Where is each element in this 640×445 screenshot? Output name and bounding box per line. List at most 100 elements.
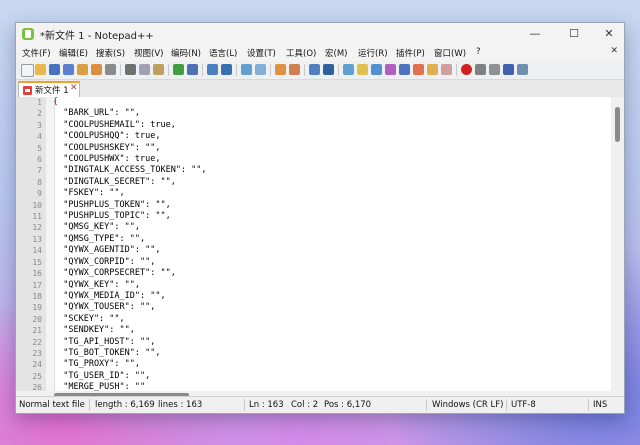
code-line[interactable]: "QYWX_CORPSECRET": "", (53, 268, 207, 279)
code-content[interactable]: { "BARK_URL": "", "COOLPUSHEMAIL": true,… (53, 97, 207, 391)
code-line[interactable]: "QYWX_TOUSER": "", (53, 302, 207, 313)
menu-settings[interactable]: 设置(T) (247, 47, 276, 59)
indent-guide-icon[interactable] (343, 64, 354, 75)
menu-help[interactable]: ? (476, 47, 481, 57)
code-line[interactable]: "SENDKEY": "", (53, 325, 207, 336)
line-number: 9 (37, 189, 42, 199)
code-line[interactable]: "COOLPUSHQQ": true, (53, 131, 207, 142)
menu-view[interactable]: 视图(V) (134, 47, 163, 59)
stop-macro-icon[interactable] (475, 64, 486, 75)
menu-tools[interactable]: 工具(O) (286, 47, 316, 59)
maximize-button[interactable]: ☐ (561, 25, 587, 42)
menu-search[interactable]: 搜索(S) (96, 47, 125, 59)
code-line[interactable]: "DINGTALK_ACCESS_TOKEN": "", (53, 165, 206, 176)
tab-label: 新文件 1 (35, 86, 69, 96)
code-line[interactable]: "QMSG_TYPE": "", (53, 234, 207, 245)
code-line[interactable]: "BARK_URL": "", (53, 108, 207, 119)
code-line[interactable]: "DINGTALK_SECRET": "", (53, 177, 207, 188)
status-eol: Windows (CR LF) (432, 400, 504, 410)
menu-window[interactable]: 窗口(W) (434, 47, 466, 59)
copy-icon[interactable] (139, 64, 150, 75)
toolbar-separator (304, 64, 305, 76)
paste-icon[interactable] (153, 64, 164, 75)
code-line[interactable]: "QYWX_KEY": "", (53, 280, 207, 291)
function-list-icon[interactable] (385, 64, 396, 75)
find-icon[interactable] (207, 64, 218, 75)
code-line[interactable]: "MERGE_PUSH": "" (53, 382, 207, 391)
document-map-icon[interactable] (371, 64, 382, 75)
vertical-scroll-thumb[interactable] (615, 107, 620, 142)
code-line[interactable]: "FSKEY": "", (53, 188, 207, 199)
new-file-icon[interactable] (21, 64, 34, 77)
record-macro-icon[interactable] (461, 64, 472, 75)
zoom-in-icon[interactable] (241, 64, 252, 75)
tab-new-file-1[interactable]: 新文件 1 ✕ (18, 81, 80, 97)
line-number: 18 (32, 291, 42, 301)
code-line[interactable]: "PUSHPLUS_TOKEN": "", (53, 200, 207, 211)
toolbar-separator (236, 64, 237, 76)
menu-bar: 文件(F) 编辑(E) 搜索(S) 视图(V) 编码(N) 语言(L) 设置(T… (16, 45, 624, 61)
unsaved-file-icon (23, 86, 32, 95)
code-line[interactable]: "TG_PROXY": "", (53, 359, 207, 370)
line-number: 22 (32, 337, 42, 347)
tab-close-icon[interactable]: ✕ (70, 83, 78, 93)
close-button[interactable]: ✕ (596, 25, 622, 42)
save-macro-icon[interactable] (517, 64, 528, 75)
status-lines: lines : 163 (158, 400, 203, 410)
replace-icon[interactable] (221, 64, 232, 75)
show-all-chars-icon[interactable] (323, 64, 334, 75)
close-file-icon[interactable] (77, 64, 88, 75)
line-number: 5 (37, 143, 42, 153)
menu-plugins[interactable]: 插件(P) (396, 47, 425, 59)
code-line[interactable]: "COOLPUSHWX": true, (53, 154, 207, 165)
folder-workspace-icon[interactable] (399, 64, 410, 75)
word-wrap-icon[interactable] (309, 64, 320, 75)
cut-icon[interactable] (125, 64, 136, 75)
play-macro-icon[interactable] (489, 64, 500, 75)
code-line[interactable]: "QMSG_KEY": "", (53, 222, 207, 233)
code-line[interactable]: "COOLPUSHEMAIL": true, (53, 120, 207, 131)
save-icon[interactable] (49, 64, 60, 75)
code-line[interactable]: "QYWX_MEDIA_ID": "", (53, 291, 207, 302)
code-line[interactable]: "COOLPUSHSKEY": "", (53, 143, 207, 154)
menu-file[interactable]: 文件(F) (22, 47, 51, 59)
sync-horizontal-icon[interactable] (289, 64, 300, 75)
save-all-icon[interactable] (63, 64, 74, 75)
open-file-icon[interactable] (35, 64, 46, 75)
line-number: 17 (32, 280, 42, 290)
print-icon[interactable] (105, 64, 116, 75)
folder-icon[interactable] (427, 64, 438, 75)
code-line[interactable]: "TG_BOT_TOKEN": "", (53, 348, 207, 359)
code-line[interactable]: "QYWX_AGENTID": "", (53, 245, 207, 256)
menu-encoding[interactable]: 编码(N) (171, 47, 201, 59)
eraser-icon[interactable] (441, 64, 452, 75)
run-macro-multiple-icon[interactable] (503, 64, 514, 75)
code-line[interactable]: "PUSHPLUS_TOPIC": "", (53, 211, 207, 222)
redo-icon[interactable] (187, 64, 198, 75)
sync-vertical-icon[interactable] (275, 64, 286, 75)
undo-icon[interactable] (173, 64, 184, 75)
title-bar[interactable]: *新文件 1 - Notepad++ — ☐ ✕ (16, 23, 624, 45)
text-editor[interactable]: 1 2 3 4 5 6 7 8 9 10 11 12 13 14 15 16 17 18 19 20 21 22 23 24 2… (16, 97, 611, 391)
vertical-scrollbar[interactable] (611, 97, 624, 391)
menu-run[interactable]: 运行(R) (358, 47, 388, 59)
menu-edit[interactable]: 编辑(E) (59, 47, 88, 59)
line-number: 24 (32, 360, 42, 370)
line-number: 11 (32, 212, 42, 222)
code-line[interactable]: "TG_USER_ID": "", (53, 371, 207, 382)
code-line[interactable]: "TG_API_HOST": "", (53, 337, 207, 348)
menu-language[interactable]: 语言(L) (209, 47, 237, 59)
code-line[interactable]: "SCKEY": "", (53, 314, 207, 325)
menu-close-doc-icon[interactable]: ✕ (610, 46, 618, 56)
code-line[interactable]: { (53, 97, 207, 108)
zoom-out-icon[interactable] (255, 64, 266, 75)
monitoring-icon[interactable] (413, 64, 424, 75)
minimize-button[interactable]: — (522, 25, 548, 42)
close-all-icon[interactable] (91, 64, 102, 75)
tab-bar: 新文件 1 ✕ (16, 80, 624, 98)
line-number: 1 (37, 98, 42, 107)
menu-macro[interactable]: 宏(M) (325, 47, 347, 59)
window-title: *新文件 1 - Notepad++ (40, 31, 154, 42)
language-icon[interactable] (357, 64, 368, 75)
code-line[interactable]: "QYWX_CORPID": "", (53, 257, 207, 268)
